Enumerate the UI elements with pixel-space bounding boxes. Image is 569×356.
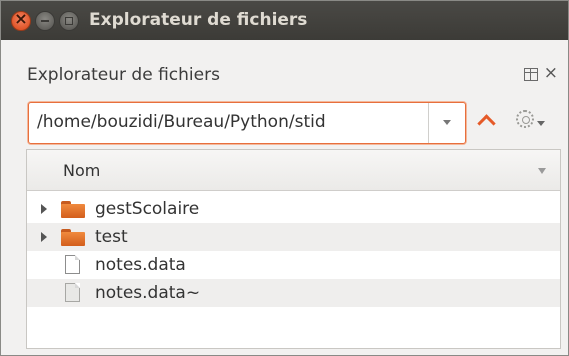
panel-header: Explorateur de fichiers ×	[1, 41, 568, 96]
undock-icon[interactable]	[524, 68, 538, 81]
tree-item-label: gestScolaire	[95, 199, 200, 219]
tree-item-label: test	[95, 227, 128, 247]
tree-row-notes-data[interactable]: notes.data	[27, 251, 560, 279]
options-menu-button[interactable]	[514, 108, 554, 134]
folder-icon	[61, 229, 85, 246]
expand-arrow-icon[interactable]	[41, 232, 47, 242]
tree-item-label: notes.data	[95, 255, 186, 275]
close-window-button[interactable]	[11, 9, 31, 31]
folder-icon	[61, 201, 85, 218]
gear-icon	[516, 110, 534, 128]
tree-row-gestscolaire[interactable]: gestScolaire	[27, 195, 560, 223]
title-bar[interactable]: Explorateur de fichiers	[1, 1, 568, 40]
file-tree[interactable]: Nom gestScolaire test notes.data notes.d…	[26, 149, 561, 349]
parent-directory-button[interactable]	[475, 111, 501, 131]
panel-close-button[interactable]: ×	[544, 63, 558, 83]
tree-row-notes-data-backup[interactable]: notes.data~	[27, 279, 560, 307]
path-dropdown-button[interactable]	[428, 103, 465, 143]
column-header-label: Nom	[63, 161, 101, 180]
chevron-down-icon	[537, 121, 545, 126]
window-title: Explorateur de fichiers	[89, 10, 308, 30]
sort-arrow-icon[interactable]	[538, 168, 546, 174]
expand-arrow-icon[interactable]	[41, 204, 47, 214]
path-input[interactable]: /home/bouzidi/Bureau/Python/stid	[37, 112, 425, 132]
minimize-window-button[interactable]	[35, 11, 55, 31]
file-icon	[65, 255, 80, 274]
path-combobox[interactable]: /home/bouzidi/Bureau/Python/stid	[28, 102, 466, 144]
tree-item-label: notes.data~	[95, 283, 201, 303]
column-header-name[interactable]: Nom	[27, 150, 560, 191]
panel-title: Explorateur de fichiers	[27, 65, 220, 85]
tree-row-test[interactable]: test	[27, 223, 560, 251]
file-explorer-window: Explorateur de fichiers Explorateur de f…	[0, 0, 569, 356]
maximize-window-button[interactable]	[59, 11, 79, 31]
file-icon	[65, 283, 80, 302]
